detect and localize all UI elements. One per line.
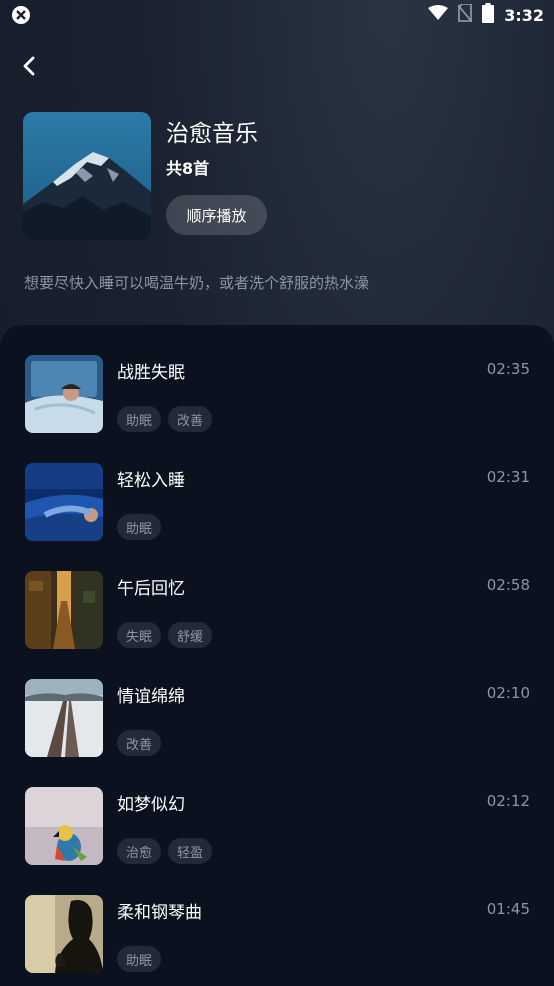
track-thumbnail [25, 355, 103, 433]
chevron-left-icon [23, 56, 35, 76]
no-sim-icon [457, 3, 473, 26]
tag-list: 改善 [117, 730, 162, 756]
playlist-title: 治愈音乐 [166, 121, 258, 147]
playlist-cover-image [23, 112, 151, 240]
track-row[interactable]: 情谊绵绵 02:10 改善 [0, 679, 554, 779]
track-thumbnail [25, 463, 103, 541]
track-duration: 01:45 [486, 900, 530, 918]
battery-icon [482, 3, 495, 27]
track-row[interactable]: 轻松入睡 02:31 助眠 [0, 463, 554, 563]
tag: 治愈 [117, 838, 162, 864]
track-thumbnail [25, 571, 103, 649]
track-row[interactable]: 如梦似幻 02:12 治愈 轻盈 [0, 787, 554, 887]
tag: 失眠 [117, 622, 162, 648]
back-button[interactable] [16, 52, 44, 80]
tag: 舒缓 [168, 622, 213, 648]
tag: 助眠 [117, 514, 162, 540]
track-title: 如梦似幻 [117, 795, 185, 815]
track-count: 共8首 [166, 159, 210, 178]
tag-list: 治愈 轻盈 [117, 838, 213, 864]
track-thumbnail [25, 895, 103, 973]
track-duration: 02:12 [486, 792, 530, 810]
sequential-play-button[interactable]: 顺序播放 [166, 195, 267, 235]
track-title: 情谊绵绵 [117, 687, 185, 707]
playlist-screen: { "status_bar": { "time": "3:32", "icons… [0, 0, 554, 986]
track-title: 午后回忆 [117, 579, 185, 599]
track-row[interactable]: 柔和钢琴曲 01:45 助眠 [0, 895, 554, 986]
track-duration: 02:58 [486, 576, 530, 594]
tag-list: 助眠 [117, 946, 162, 972]
status-time: 3:32 [504, 5, 544, 25]
track-thumbnail [25, 787, 103, 865]
tag: 轻盈 [168, 838, 213, 864]
tag: 改善 [117, 730, 162, 756]
app-notification-icon [11, 5, 31, 25]
tag-list: 助眠 [117, 514, 162, 540]
track-title: 战胜失眠 [117, 363, 185, 383]
track-list: 战胜失眠 02:35 助眠 改善 轻松入睡 02:31 助眠 午后回忆 02:5… [0, 325, 554, 986]
track-thumbnail [25, 679, 103, 757]
tag-list: 失眠 舒缓 [117, 622, 213, 648]
track-duration: 02:10 [486, 684, 530, 702]
track-duration: 02:35 [486, 360, 530, 378]
tag: 助眠 [117, 406, 162, 432]
track-title: 柔和钢琴曲 [117, 903, 202, 923]
tag-list: 助眠 改善 [117, 406, 213, 432]
track-row[interactable]: 午后回忆 02:58 失眠 舒缓 [0, 571, 554, 671]
wifi-icon [428, 5, 449, 25]
playlist-description: 想要尽快入睡可以喝温牛奶，或者洗个舒服的热水澡 [24, 274, 370, 292]
tag: 助眠 [117, 946, 162, 972]
status-bar: 3:32 [0, 0, 554, 30]
track-title: 轻松入睡 [117, 471, 185, 491]
tag: 改善 [168, 406, 213, 432]
track-duration: 02:31 [486, 468, 530, 486]
track-row[interactable]: 战胜失眠 02:35 助眠 改善 [0, 355, 554, 455]
